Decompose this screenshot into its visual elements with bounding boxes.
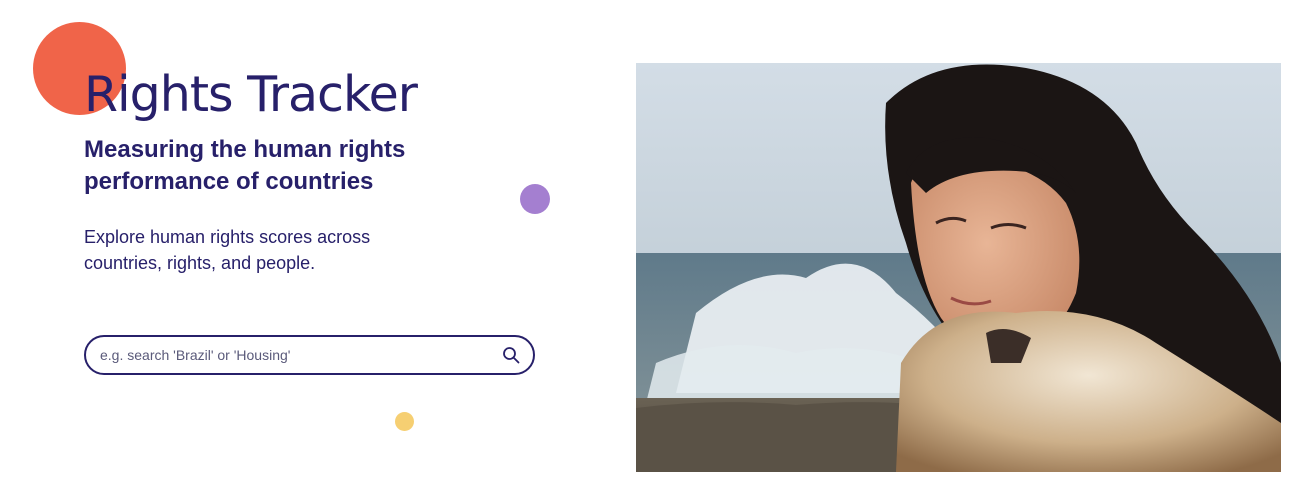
intro-description: Explore human rights scores across count…	[84, 227, 371, 273]
page-subtitle: Measuring the human rights performance o…	[84, 136, 406, 195]
search-input[interactable]	[86, 337, 489, 373]
search-icon	[503, 347, 520, 364]
hero-photo	[636, 63, 1281, 472]
hero-section: Rights Tracker Measuring the human right…	[0, 0, 1300, 489]
decorative-yellow-circle	[395, 412, 414, 431]
search-bar	[84, 335, 535, 375]
search-button[interactable]	[489, 337, 533, 373]
decorative-purple-circle	[520, 184, 550, 214]
page-title: Rights Tracker	[84, 66, 418, 123]
